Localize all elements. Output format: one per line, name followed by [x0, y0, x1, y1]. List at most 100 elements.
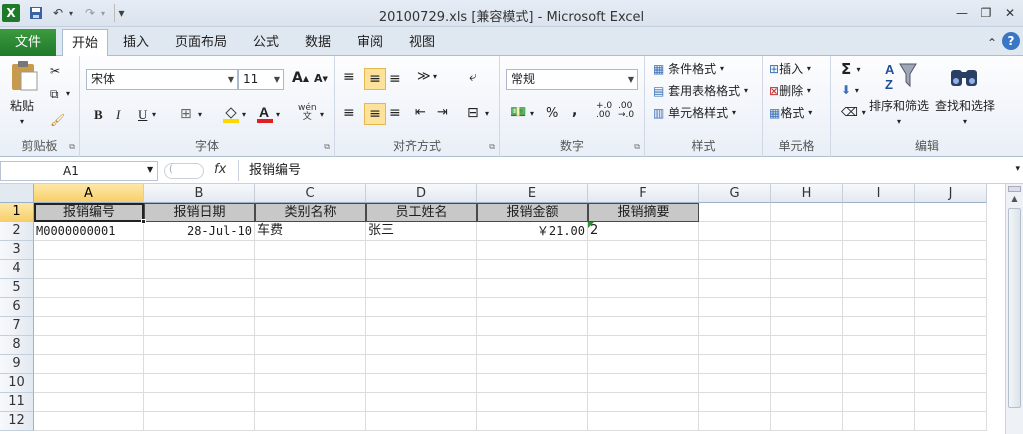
row-header-8[interactable]: 8 [0, 336, 34, 355]
conditional-format-button[interactable]: ▦ 条件格式 ▾ [653, 60, 724, 77]
cell-i8[interactable] [843, 336, 915, 355]
cell-i9[interactable] [843, 355, 915, 374]
align-middle-icon[interactable]: ≡ [364, 68, 386, 90]
cell-e11[interactable] [477, 393, 588, 412]
cell-d6[interactable] [366, 298, 477, 317]
cell-c7[interactable] [255, 317, 366, 336]
column-header-e[interactable]: E [477, 184, 588, 203]
cell-c9[interactable] [255, 355, 366, 374]
tab-file[interactable]: 文件 [0, 29, 56, 56]
cell-d2[interactable]: 张三 [366, 222, 477, 241]
cell-j8[interactable] [915, 336, 987, 355]
cell-g4[interactable] [699, 260, 771, 279]
underline-button[interactable]: U [138, 107, 147, 123]
insert-cells-button[interactable]: ⊞ 插入 ▾ [769, 60, 811, 77]
scroll-thumb[interactable] [1008, 208, 1021, 408]
font-launcher-icon[interactable]: ⧉ [324, 142, 330, 152]
row-header-10[interactable]: 10 [0, 374, 34, 393]
copy-dropdown-icon[interactable]: ▾ [66, 89, 70, 98]
cell-a3[interactable] [34, 241, 144, 260]
cell-a12[interactable] [34, 412, 144, 431]
cell-j10[interactable] [915, 374, 987, 393]
cell-j6[interactable] [915, 298, 987, 317]
fill-handle[interactable] [141, 219, 146, 224]
cell-a8[interactable] [34, 336, 144, 355]
currency-icon[interactable]: 💵 [510, 105, 526, 120]
percent-button[interactable]: % [546, 106, 558, 121]
cell-b6[interactable] [144, 298, 255, 317]
cell-e6[interactable] [477, 298, 588, 317]
cell-f6[interactable] [588, 298, 699, 317]
cell-e1[interactable]: 报销金额 [477, 203, 588, 222]
row-header-3[interactable]: 3 [0, 241, 34, 260]
paste-button[interactable]: 粘贴 [10, 97, 34, 114]
cell-h5[interactable] [771, 279, 843, 298]
cell-b10[interactable] [144, 374, 255, 393]
cell-c3[interactable] [255, 241, 366, 260]
format-painter-icon[interactable]: 🖌 [50, 113, 65, 127]
align-left-icon[interactable]: ≡ [343, 105, 355, 121]
cell-d9[interactable] [366, 355, 477, 374]
wrap-text-icon[interactable]: ⤶ [469, 69, 477, 85]
column-header-i[interactable]: I [843, 184, 915, 203]
align-center-icon[interactable]: ≡ [364, 103, 386, 125]
tab-page-layout[interactable]: 页面布局 [170, 29, 232, 56]
column-header-g[interactable]: G [699, 184, 771, 203]
cell-e2[interactable]: ￥21.00 [477, 222, 588, 241]
cell-g8[interactable] [699, 336, 771, 355]
cell-styles-button[interactable]: ▥ 单元格样式 ▾ [653, 104, 736, 121]
cell-g5[interactable] [699, 279, 771, 298]
cell-b1[interactable]: 报销日期 [144, 203, 255, 222]
cell-j3[interactable] [915, 241, 987, 260]
font-color-icon[interactable]: A [256, 104, 274, 123]
cell-g12[interactable] [699, 412, 771, 431]
currency-dropdown-icon[interactable]: ▾ [530, 109, 534, 118]
cell-j1[interactable] [915, 203, 987, 222]
cell-e7[interactable] [477, 317, 588, 336]
cell-a4[interactable] [34, 260, 144, 279]
borders-dropdown-icon[interactable]: ▾ [198, 110, 202, 119]
grow-font-button[interactable]: A ▲ [292, 70, 309, 86]
cell-h7[interactable] [771, 317, 843, 336]
cell-h4[interactable] [771, 260, 843, 279]
cell-d5[interactable] [366, 279, 477, 298]
cell-h1[interactable] [771, 203, 843, 222]
cell-g3[interactable] [699, 241, 771, 260]
cell-a1[interactable]: 报销编号 [34, 203, 144, 222]
format-as-table-button[interactable]: ▤ 套用表格格式 ▾ [653, 82, 748, 99]
cell-i1[interactable] [843, 203, 915, 222]
cell-b7[interactable] [144, 317, 255, 336]
cell-d7[interactable] [366, 317, 477, 336]
cell-g2[interactable] [699, 222, 771, 241]
cell-h12[interactable] [771, 412, 843, 431]
cell-e8[interactable] [477, 336, 588, 355]
align-right-icon[interactable]: ≡ [389, 105, 401, 121]
find-dropdown-icon[interactable]: ▾ [963, 117, 967, 126]
column-header-f[interactable]: F [588, 184, 699, 203]
cell-j9[interactable] [915, 355, 987, 374]
split-box[interactable] [1008, 186, 1021, 192]
cell-i12[interactable] [843, 412, 915, 431]
cell-i3[interactable] [843, 241, 915, 260]
column-header-a[interactable]: A [34, 184, 144, 203]
vertical-scrollbar[interactable]: ▲ [1005, 184, 1023, 434]
cell-i5[interactable] [843, 279, 915, 298]
merge-dropdown-icon[interactable]: ▾ [485, 109, 489, 118]
cell-f7[interactable] [588, 317, 699, 336]
column-header-j[interactable]: J [915, 184, 987, 203]
paste-dropdown-icon[interactable]: ▾ [20, 117, 24, 126]
sort-dropdown-icon[interactable]: ▾ [897, 117, 901, 126]
decrease-decimal-button[interactable]: .00 →.0 [618, 102, 634, 120]
find-select-icon[interactable] [947, 60, 981, 92]
cell-j11[interactable] [915, 393, 987, 412]
cell-c11[interactable] [255, 393, 366, 412]
cell-c6[interactable] [255, 298, 366, 317]
expand-formula-bar-icon[interactable]: ▾ [1015, 164, 1020, 174]
cell-f10[interactable] [588, 374, 699, 393]
cell-j7[interactable] [915, 317, 987, 336]
fill-color-dropdown-icon[interactable]: ▾ [242, 110, 246, 119]
cell-i2[interactable] [843, 222, 915, 241]
cell-d1[interactable]: 员工姓名 [366, 203, 477, 222]
cell-d11[interactable] [366, 393, 477, 412]
alignment-launcher-icon[interactable]: ⧉ [489, 142, 495, 152]
